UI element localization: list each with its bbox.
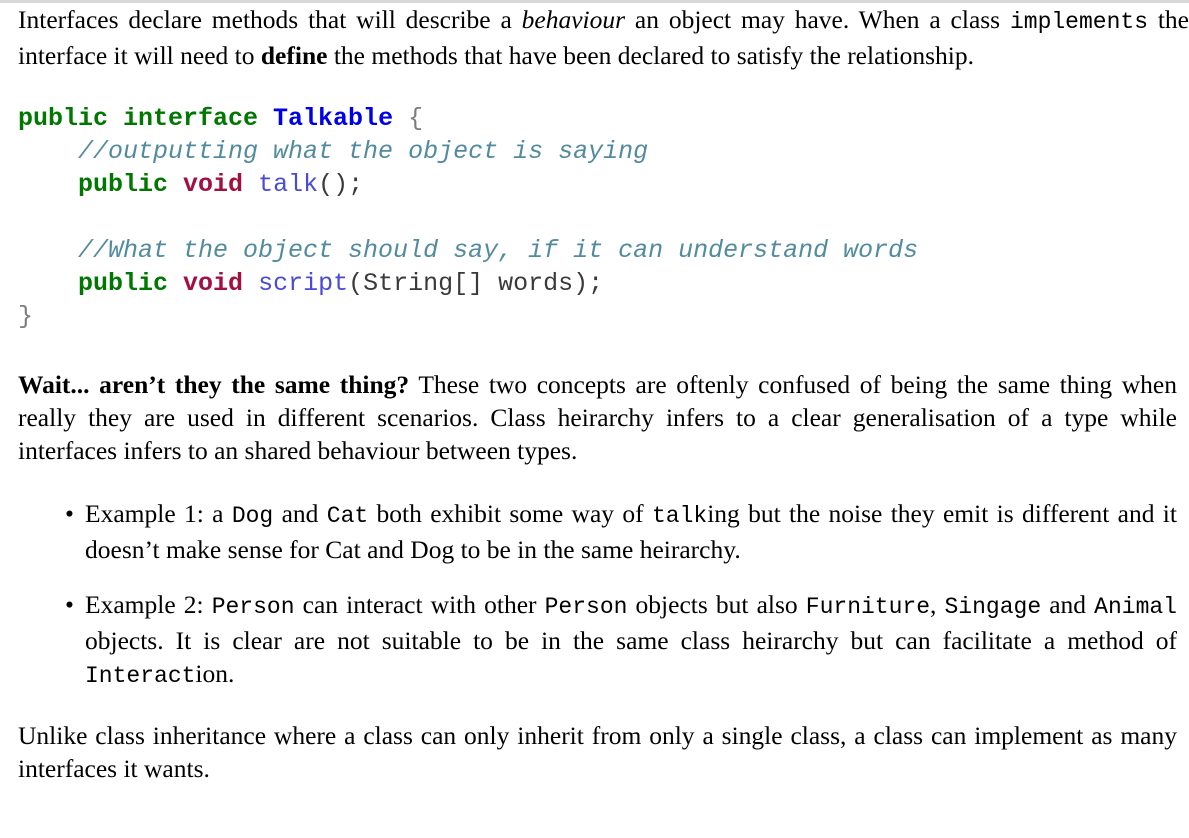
- paragraph-intro: Interfaces declare methods that will des…: [0, 3, 1189, 72]
- code-line-7: }: [18, 302, 33, 331]
- code-token-keyword: public interface: [18, 104, 274, 133]
- inline-code-implements: implements: [1009, 9, 1148, 35]
- inline-code: Person: [211, 594, 295, 620]
- spacer-after-examples: [0, 693, 1189, 719]
- code-line-2: //outputting what the object is saying: [18, 137, 648, 166]
- paragraph-same-thing: Wait... aren’t they the same thing? Thes…: [0, 368, 1189, 467]
- code-line-6: public void script(String[] words);: [18, 269, 603, 298]
- bullet-icon: •: [65, 499, 74, 528]
- paragraph-intro-text-1: Interfaces declare methods that will des…: [18, 5, 522, 34]
- code-token-return-type: void: [183, 170, 244, 199]
- paragraph-lead-in: Wait... aren’t they the same thing?: [18, 370, 410, 399]
- code-token-method: talk: [258, 170, 319, 199]
- code-token-type: Talkable: [273, 104, 394, 133]
- list-item-text: both exhibit some way of: [368, 499, 652, 528]
- spacer-after-code: [0, 333, 1189, 368]
- list-item-text: can interact with other: [294, 590, 545, 619]
- document-content: Interfaces declare methods that will des…: [0, 3, 1189, 785]
- list-item-text: Example 1: a: [85, 499, 232, 528]
- code-token-plain: ();: [318, 170, 364, 199]
- list-item: • Example 2: Person can interact with oth…: [65, 588, 1177, 693]
- list-item-text: ,: [930, 590, 945, 619]
- inline-code: Interact: [85, 663, 196, 689]
- code-token-comment: //What the object should say, if it can …: [18, 236, 919, 265]
- spacer-after-intro: [0, 72, 1189, 102]
- list-item-text: and: [1041, 590, 1095, 619]
- inline-code: Dog: [231, 503, 274, 529]
- paragraph-intro-text-2: an object may have. When a class: [625, 5, 1010, 34]
- code-token-return-type: void: [183, 269, 244, 298]
- code-line-1: public interface Talkable {: [18, 104, 423, 133]
- code-token-keyword: public: [18, 170, 184, 199]
- code-token-punct: }: [18, 302, 34, 331]
- paragraph-closing: Unlike class inheritance where a class c…: [0, 719, 1189, 785]
- list-item-text: objects. It is clear are not suitable to…: [85, 626, 1177, 655]
- bullet-icon: •: [65, 590, 74, 619]
- code-token-method: script: [258, 269, 349, 298]
- code-token-punct: {: [393, 104, 424, 133]
- code-token-comment: //outputting what the object is saying: [18, 137, 649, 166]
- list-item: • Example 1: a Dog and Cat both exhibit s…: [65, 497, 1177, 566]
- paragraph-intro-text-4: the methods that have been declared to s…: [327, 41, 974, 70]
- list-item-text: Example 2:: [85, 590, 212, 619]
- code-line-5: //What the object should say, if it can …: [18, 236, 918, 265]
- strong-define: define: [260, 41, 328, 70]
- document-page: Interfaces declare methods that will des…: [0, 0, 1189, 838]
- list-item-text: objects but also: [627, 590, 806, 619]
- list-item-text: ion.: [195, 659, 235, 688]
- inline-code: talk: [651, 503, 708, 529]
- spacer-after-paragraph-2: [0, 467, 1189, 497]
- inline-code: Cat: [326, 503, 369, 529]
- code-token-plain: (String[] words);: [348, 269, 604, 298]
- inline-code: Person: [544, 594, 628, 620]
- code-listing-talkable-interface: public interface Talkable { //outputting…: [0, 102, 1189, 333]
- inline-code: Furniture: [805, 594, 931, 620]
- emphasis-behaviour: behaviour: [521, 5, 626, 34]
- inline-code: Singage: [944, 594, 1042, 620]
- inline-code: Animal: [1094, 594, 1177, 620]
- code-line-3: public void talk();: [18, 170, 363, 199]
- paragraph-closing-text: Unlike class inheritance where a class c…: [18, 721, 1177, 783]
- code-token-keyword: public: [18, 269, 184, 298]
- list-item-text: and: [273, 499, 327, 528]
- examples-list: • Example 1: a Dog and Cat both exhibit s…: [0, 497, 1189, 693]
